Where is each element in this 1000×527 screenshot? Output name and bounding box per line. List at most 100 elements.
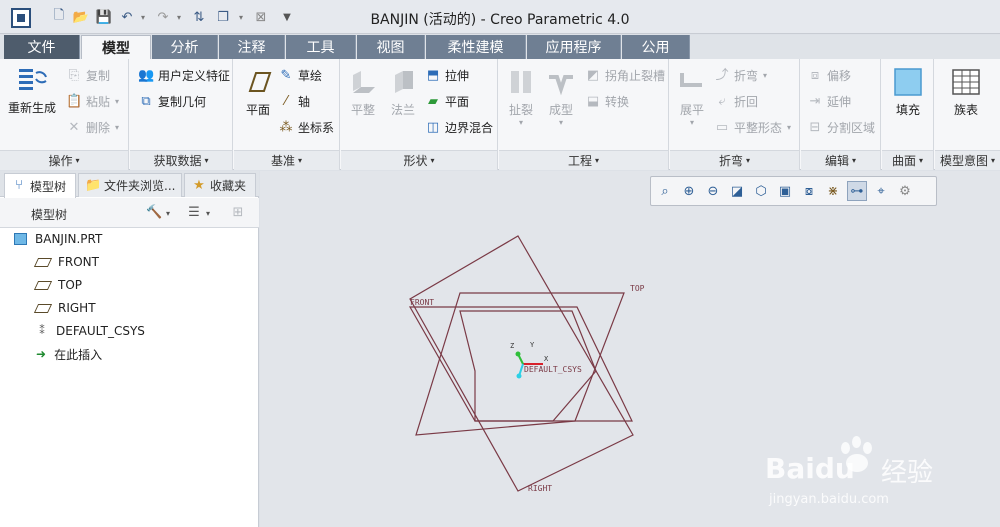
paste-icon: 📋 [66,93,83,109]
bend-back-label: 折回 [734,95,759,109]
tree-item-insert-here[interactable]: ➜ 在此插入 [36,344,102,364]
udf-icon: 👥 [138,67,155,83]
tree-item-right[interactable]: RIGHT [33,298,96,318]
tree-columns-button[interactable]: ☰ ▾ [186,204,210,222]
fill-button[interactable]: 填充 [892,67,924,118]
tab-model-tree-label: 模型树 [30,179,67,194]
form-icon [549,75,573,96]
tab-model[interactable]: 模型 [81,35,151,59]
x-axis-label: X [544,355,549,363]
family-table-button[interactable]: 族表 [950,67,982,118]
group-model-intent-label[interactable]: 模型意图 ▾ [935,150,1000,170]
regenerate-label: 重新生成 [8,101,57,115]
tab-model-tree[interactable]: ⑂ 模型树 [4,173,76,198]
sketch-label: 草绘 [298,69,323,83]
tab-view[interactable]: 视图 [357,35,425,59]
group-engineering-label[interactable]: 工程 ▾ [499,150,668,170]
copy-icon: ⎘ [68,67,80,83]
regenerate-button[interactable]: 重新生成 [8,65,56,116]
y-axis-label: Y [530,341,535,349]
extrude-label: 拉伸 [445,69,470,83]
model-tree-icon: ⑂ [15,178,23,193]
copy-geometry-label: 复制几何 [158,95,207,109]
paste-button[interactable]: 📋 粘贴 ▾ [66,93,119,110]
group-engineering: 扯裂 ▾ 成型 ▾ ◩ 拐角止裂槽 ⬓ 转换 工程 ▾ [499,59,669,170]
axis-button[interactable]: ⁄ 轴 [278,93,310,110]
front-plane[interactable] [408,306,633,422]
group-surfaces-label[interactable]: 曲面 ▾ [882,150,933,170]
flat-state-dropdown-icon: ▾ [787,123,792,132]
flange-wall-button[interactable]: 法兰 [387,67,419,118]
tab-tools[interactable]: 工具 [286,35,356,59]
delete-button[interactable]: ✕ 删除 ▾ [66,119,119,136]
bend-back-button[interactable]: ⤶ 折回 [714,93,758,110]
tree-filter-button[interactable]: ⊞ [230,204,250,222]
bend-button[interactable]: ⤴ 折弯 ▾ [714,67,767,84]
offset-label: 偏移 [827,69,852,83]
datum-plane-button[interactable]: 平面 [242,67,274,118]
planar-label: 平面 [445,95,470,109]
boundary-blend-button[interactable]: ◫ 边界混合 [425,119,493,136]
corner-relief-button[interactable]: ◩ 拐角止裂槽 [585,67,665,84]
sketch-icon: ✎ [280,67,292,83]
tab-folder-browser[interactable]: 📁 文件夹浏览... [78,173,182,197]
tree-item-top[interactable]: TOP [33,275,83,295]
copy-button[interactable]: ⎘ 复制 [66,67,110,84]
sketch-button[interactable]: ✎ 草绘 [278,67,322,84]
group-shapes-label[interactable]: 形状 ▾ [341,150,497,170]
csys-icon: ⁑ [39,324,45,337]
group-editing-label[interactable]: 编辑 ▾ [801,150,880,170]
watermark-brand: Baidu [765,452,855,485]
split-area-button[interactable]: ⊟ 分割区域 [807,119,875,136]
form-dropdown-icon: ▾ [558,118,563,127]
convert-button[interactable]: ⬓ 转换 [585,93,629,110]
tree-settings-button[interactable]: 🔨 ▾ [146,204,170,222]
tab-common[interactable]: 公用 [622,35,690,59]
tab-flexible-modeling[interactable]: 柔性建模 [426,35,526,59]
extrude-button[interactable]: ⬒ 拉伸 [425,67,469,84]
unbend-icon [680,73,702,87]
udf-button[interactable]: 👥 用户定义特征 [138,67,230,84]
group-get-data-label[interactable]: 获取数据 ▾ [130,150,232,170]
tab-favorites-label: 收藏夹 [210,179,247,193]
tree-item-label: RIGHT [58,301,96,315]
tab-file[interactable]: 文件 [4,35,80,59]
form-button[interactable]: 成型 ▾ [545,67,577,127]
copy-geometry-button[interactable]: ⧉ 复制几何 [138,93,206,110]
csys-button[interactable]: ⁂ 坐标系 [278,119,335,136]
right-plane-label[interactable]: RIGHT [528,484,552,493]
unbend-button[interactable]: 展平 ▾ [676,67,708,127]
front-plane-label[interactable]: FRONT [410,298,434,307]
group-operations: 重新生成 ⎘ 复制 📋 粘贴 ▾ ✕ 删除 ▾ 操作 ▾ [0,59,129,170]
group-bends-label[interactable]: 折弯 ▾ [670,150,799,170]
tree-item-default-csys[interactable]: ⁑ DEFAULT_CSYS [34,321,145,341]
tab-favorites[interactable]: ★ 收藏夹 [184,173,256,197]
tab-annotate[interactable]: 注释 [219,35,285,59]
top-plane-label[interactable]: TOP [630,284,645,293]
boundary-blend-icon: ◫ [426,119,440,135]
bend-back-icon: ⤶ [718,93,726,109]
tab-analysis[interactable]: 分析 [152,35,218,59]
offset-button[interactable]: ⧈ 偏移 [807,67,851,84]
graphics-window[interactable]: ⌕ ⊕ ⊖ ◪ ⬡ ▣ ⧇ ⋇ ⊶ ⌖ ⚙ FRONT TOP RIGHT Y … [260,171,1000,527]
rip-button[interactable]: 扯裂 ▾ [505,67,537,127]
tree-item-part[interactable]: BANJIN.PRT [14,229,102,249]
group-datum-label[interactable]: 基准 ▾ [234,150,339,170]
tab-applications[interactable]: 应用程序 [527,35,621,59]
copy-geometry-icon: ⧉ [141,93,151,109]
tree-item-label: TOP [58,278,83,292]
extend-button[interactable]: ⇥ 延伸 [807,93,851,110]
corner-relief-label: 拐角止裂槽 [605,69,666,83]
right-plane[interactable] [409,235,634,492]
boundary-blend-label: 边界混合 [445,121,494,135]
group-shapes: 平整 法兰 ⬒ 拉伸 ▰ 平面 ◫ 边界混合 形状 ▾ [341,59,498,170]
flange-wall-label: 法兰 [390,103,415,117]
group-operations-label[interactable]: 操作 ▾ [0,150,128,170]
flat-wall-button[interactable]: 平整 [347,67,379,118]
extend-icon: ⇥ [809,93,821,109]
split-area-icon: ⊟ [809,119,821,135]
flat-state-button[interactable]: ▭ 平整形态 ▾ [714,119,791,136]
csys-glyph[interactable]: Y Z X DEFAULT_CSYS [510,341,582,379]
tree-item-front[interactable]: FRONT [33,252,99,272]
planar-button[interactable]: ▰ 平面 [425,93,469,110]
